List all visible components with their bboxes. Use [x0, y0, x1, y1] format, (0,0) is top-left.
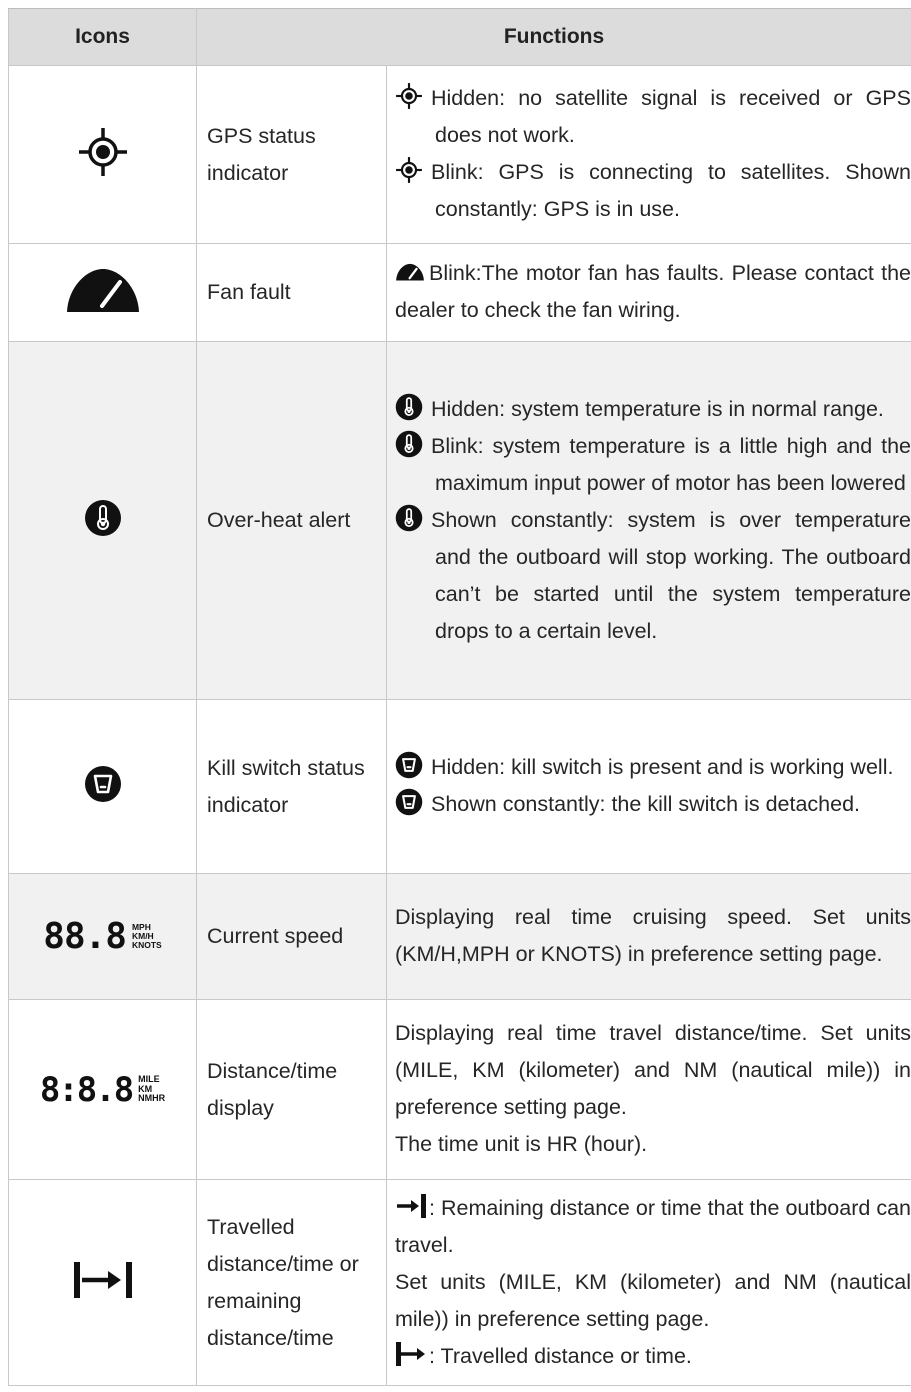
table-row: 8:8.8 MILE KM NMHR Distance/time display…: [8, 999, 911, 1180]
kill-switch-icon: [395, 751, 423, 779]
thermometer-icon: [395, 430, 423, 458]
table-header-row: Icons Functions: [8, 8, 911, 66]
table-row: Fan fault Blink:The motor fan has faults…: [8, 243, 911, 342]
distance-time-display-icon: 8:8.8 MILE KM NMHR: [39, 1069, 166, 1110]
function-name: Over-heat alert: [196, 341, 387, 700]
icon-cell: [8, 699, 197, 874]
kill-switch-icon: [84, 765, 122, 803]
thermometer-icon: [84, 499, 122, 537]
description-line: : Remaining distance or time that the ou…: [395, 1190, 911, 1264]
table-row: 88.8 MPH KM/H KNOTS Current speed Displa…: [8, 873, 911, 1000]
fan-gauge-icon: [64, 266, 142, 314]
table-row: Travelled distance/time or remaining dis…: [8, 1179, 911, 1386]
table-row[interactable]: Over-heat alert Hidden: system temperatu…: [8, 341, 911, 700]
functions-column-header: Functions: [196, 8, 911, 66]
bar-arrow-bar-icon: [72, 1260, 134, 1300]
icon-cell: [8, 341, 197, 700]
table-row: Kill switch status indicator Hidden: kil…: [8, 699, 911, 874]
description-line: Shown constantly: the kill switch is det…: [395, 786, 911, 823]
function-description: Blink:The motor fan has faults. Please c…: [386, 243, 911, 342]
function-description: Hidden: kill switch is present and is wo…: [386, 699, 911, 874]
description-line: Shown constantly: system is over tempera…: [395, 502, 911, 650]
icon-cell: [8, 1179, 197, 1386]
function-name: Distance/time display: [196, 999, 387, 1180]
icon-cell: [8, 243, 197, 342]
description-line: The time unit is HR (hour).: [395, 1132, 648, 1156]
icon-cell: [8, 65, 197, 244]
description-line: Blink: system temperature is a little hi…: [395, 428, 911, 502]
fan-gauge-icon: [395, 257, 425, 285]
icons-column-header: Icons: [8, 8, 197, 66]
icons-functions-table: Icons Functions GPS status indicator Hid…: [8, 8, 911, 1386]
description-line: Displaying real time cruising speed. Set…: [395, 905, 911, 966]
table-row: GPS status indicator Hidden: no satellit…: [8, 65, 911, 244]
function-name: Kill switch status indicator: [196, 699, 387, 874]
function-name: Travelled distance/time or remaining dis…: [196, 1179, 387, 1386]
description-line: Blink: GPS is connecting to satellites. …: [395, 154, 911, 228]
thermometer-icon: [395, 504, 423, 532]
description-line: Hidden: no satellite signal is received …: [395, 80, 911, 154]
function-description: : Remaining distance or time that the ou…: [386, 1179, 911, 1386]
function-description: Displaying real time travel distance/tim…: [386, 999, 911, 1180]
icon-cell: 88.8 MPH KM/H KNOTS: [8, 873, 197, 1000]
arrow-to-bar-icon: [395, 1193, 427, 1219]
description-line: Blink:The motor fan has faults. Please c…: [395, 255, 911, 329]
function-description: Displaying real time cruising speed. Set…: [386, 873, 911, 1000]
function-name: Fan fault: [196, 243, 387, 342]
description-line: Hidden: system temperature is in normal …: [395, 391, 911, 428]
description-line: Hidden: kill switch is present and is wo…: [395, 749, 911, 786]
bar-to-arrow-icon: [395, 1341, 427, 1367]
kill-switch-icon: [395, 788, 423, 816]
function-name: GPS status indicator: [196, 65, 387, 244]
gps-crosshair-icon: [395, 156, 423, 184]
gps-crosshair-icon: [77, 126, 129, 178]
speed-display-icon: 88.8 MPH KM/H KNOTS: [43, 916, 162, 957]
gps-crosshair-icon: [395, 82, 423, 110]
description-line: Displaying real time travel distance/tim…: [395, 1021, 911, 1119]
thermometer-icon: [395, 393, 423, 421]
function-name: Current speed: [196, 873, 387, 1000]
function-description: Hidden: no satellite signal is received …: [386, 65, 911, 244]
icon-cell: 8:8.8 MILE KM NMHR: [8, 999, 197, 1180]
description-line: : Travelled distance or time.: [395, 1338, 911, 1375]
function-description: Hidden: system temperature is in normal …: [386, 341, 911, 700]
description-line: Set units (MILE, KM (kilometer) and NM (…: [395, 1269, 911, 1331]
